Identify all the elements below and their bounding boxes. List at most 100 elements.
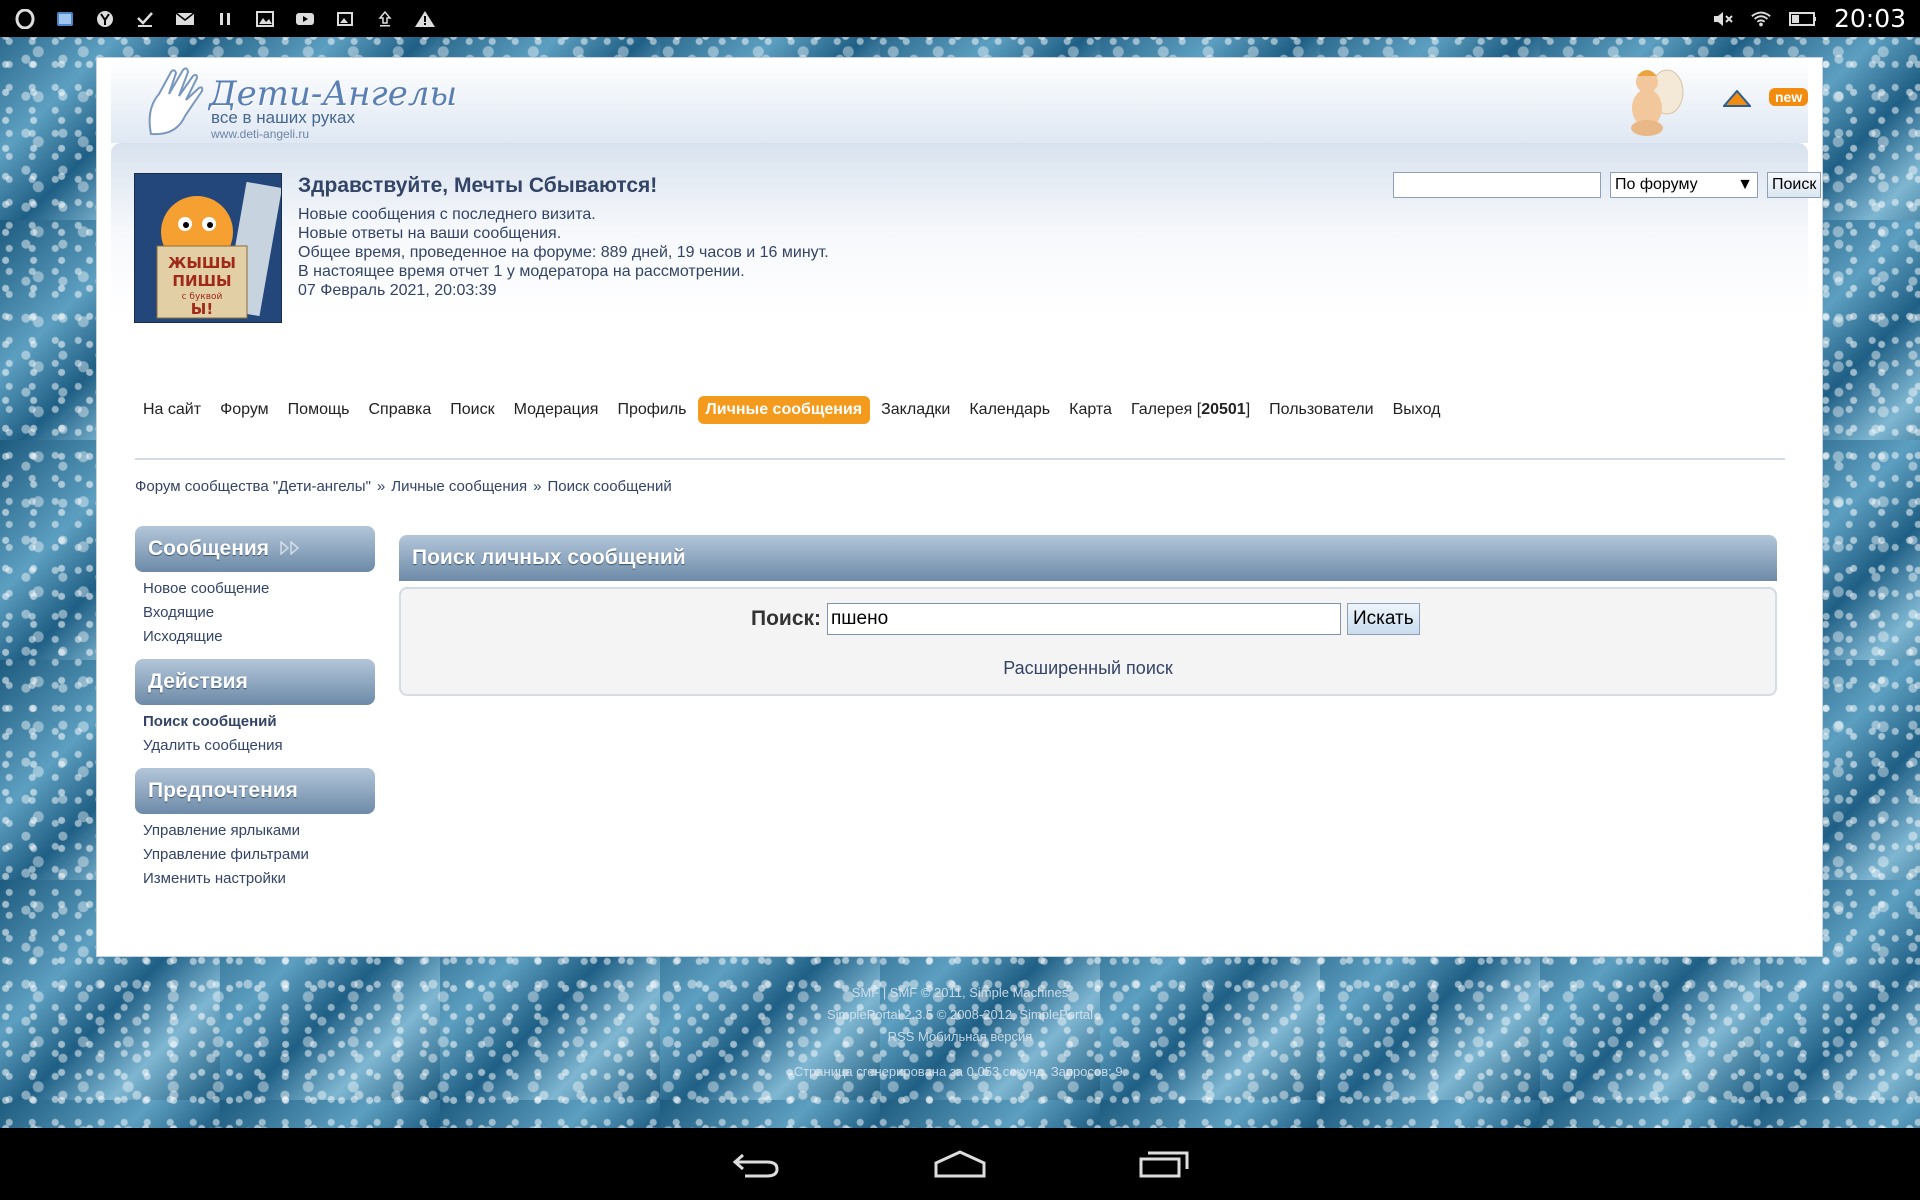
breadcrumb: Форум сообщества "Дети-ангелы" » Личные … — [135, 478, 672, 495]
mute-icon — [1712, 8, 1734, 30]
menu-item-moderation[interactable]: Модерация — [506, 396, 607, 424]
upload-icon — [374, 8, 396, 30]
breadcrumb-separator: » — [533, 478, 542, 495]
sidebar-item-delete-messages[interactable]: Удалить сообщения — [143, 734, 367, 758]
menu-item-users[interactable]: Пользователи — [1261, 396, 1381, 424]
greeting: Здравствуйте, Мечты Сбываются! — [298, 174, 658, 197]
new-posts-link[interactable]: Новые сообщения с последнего визита. — [298, 205, 829, 224]
menu-item-site[interactable]: На сайт — [135, 396, 209, 424]
header-divider — [135, 458, 1785, 460]
menu-item-search[interactable]: Поиск — [442, 396, 502, 424]
menu-item-forum[interactable]: Форум — [212, 396, 277, 424]
pause-icon — [214, 8, 236, 30]
status-icons-left — [14, 8, 436, 30]
youtube-icon — [294, 8, 316, 30]
menu-item-profile[interactable]: Профиль — [609, 396, 694, 424]
moderator-report-link[interactable]: В настоящее время отчет 1 у модератора н… — [298, 262, 829, 281]
sidebar-item-new-message[interactable]: Новое сообщение — [143, 577, 367, 601]
wifi-icon — [1750, 8, 1772, 30]
recents-icon — [1139, 1151, 1189, 1178]
photo-icon — [334, 8, 356, 30]
warning-icon — [414, 8, 436, 30]
home-icon — [934, 1150, 986, 1178]
footer-copyright-sp[interactable]: SimplePortal 2.3.5 © 2008-2012, SimplePo… — [0, 1004, 1920, 1026]
footer-links[interactable]: RSS Мобильная версия — [0, 1026, 1920, 1048]
new-badge[interactable]: new — [1769, 88, 1809, 106]
pm-search-button[interactable]: Искать — [1347, 603, 1420, 635]
sidebar-item-settings[interactable]: Изменить настройки — [143, 867, 367, 891]
sidebar-head-preferences[interactable]: Предпочтения — [135, 768, 375, 814]
sidebar-head-label: Сообщения — [148, 537, 270, 560]
opera-icon — [14, 8, 36, 30]
recents-button[interactable] — [1132, 1144, 1196, 1184]
home-button[interactable] — [928, 1144, 992, 1184]
sidebar-list-actions: Поиск сообщений Удалить сообщения — [135, 705, 375, 768]
page-footer: SMF | SMF © 2011, Simple Machines Simple… — [0, 982, 1920, 1083]
mail-icon — [174, 8, 196, 30]
top-search-button[interactable]: Поиск — [1767, 172, 1822, 198]
total-time-text: Общее время, проведенное на форуме: 889 … — [298, 244, 829, 261]
pm-search-label: Поиск: — [751, 607, 822, 630]
footer-generated: Страница сгенерирована за 0.053 секунд. … — [793, 1064, 1127, 1079]
hand-logo-icon — [148, 67, 204, 136]
forum-header: Дети-Ангелы все в наших руках www.deti-a… — [111, 58, 1809, 144]
gallery-label: Галерея [ — [1130, 401, 1202, 418]
breadcrumb-current[interactable]: Поиск сообщений — [547, 478, 671, 495]
menu-item-calendar[interactable]: Календарь — [961, 396, 1058, 424]
back-button[interactable] — [724, 1144, 788, 1184]
collapse-arrows-icon[interactable] — [279, 537, 301, 561]
logo-subtitle: все в наших руках — [211, 108, 356, 127]
breadcrumb-separator: » — [376, 478, 386, 495]
status-icons-right: 20:03 — [1712, 4, 1906, 33]
back-icon — [732, 1153, 779, 1178]
angel-image — [1619, 62, 1685, 138]
current-datetime: 07 Февраль 2021, 20:03:39 — [298, 282, 497, 299]
advanced-search-link[interactable]: Расширенный поиск — [401, 658, 1775, 679]
avatar: ЖЫШЫ ПИШЫ с буквой Ы! — [134, 173, 282, 323]
sidebar-list-messages: Новое сообщение Входящие Исходящие — [135, 572, 375, 659]
clock: 20:03 — [1833, 4, 1906, 33]
logo-url: www.deti-angeli.ru — [211, 127, 310, 141]
menu-item-help[interactable]: Помощь — [280, 396, 358, 424]
sidebar-item-inbox[interactable]: Входящие — [143, 601, 367, 625]
sidebar-item-manage-filters[interactable]: Управление фильтрами — [143, 843, 367, 867]
main-content: Поиск личных сообщений Поиск: пшено Иска… — [399, 535, 1777, 696]
sidebar-item-outbox[interactable]: Исходящие — [143, 625, 367, 649]
search-scope-value: По форуму — [1615, 176, 1698, 193]
gallery-icon — [254, 8, 276, 30]
svg-text:ПИШЫ: ПИШЫ — [172, 272, 231, 290]
new-replies-link[interactable]: Новые ответы на ваши сообщения. — [298, 224, 829, 243]
sidebar-item-manage-labels[interactable]: Управление ярлыками — [143, 819, 367, 843]
dropdown-arrow-icon: ▼ — [1737, 176, 1753, 193]
gallery-count: 20501 — [1201, 401, 1246, 418]
top-search: По форуму ▼ Поиск — [1393, 172, 1822, 198]
sidebar-head-actions[interactable]: Действия — [135, 659, 375, 705]
footer-copyright-smf[interactable]: SMF | SMF © 2011, Simple Machines — [0, 982, 1920, 1004]
sidebar-item-search-messages[interactable]: Поиск сообщений — [143, 710, 367, 734]
menu-item-map[interactable]: Карта — [1061, 396, 1120, 424]
pm-search-input[interactable]: пшено — [827, 603, 1342, 635]
search-scope-select[interactable]: По форуму ▼ — [1610, 172, 1758, 198]
yandex-icon — [94, 8, 116, 30]
pm-sidebar: Сообщения Новое сообщение Входящие Исход… — [135, 526, 375, 901]
scroll-up-icon[interactable] — [1721, 89, 1753, 108]
gallery-bracket: ] — [1245, 401, 1251, 418]
battery-icon — [1788, 8, 1818, 30]
top-search-input[interactable] — [1393, 172, 1601, 198]
image-icon — [54, 8, 76, 30]
menu-item-reference[interactable]: Справка — [360, 396, 439, 424]
menu-item-personal-messages[interactable]: Личные сообщения — [697, 396, 871, 424]
menu-item-logout[interactable]: Выход — [1385, 396, 1449, 424]
breadcrumb-forum[interactable]: Форум сообщества "Дети-ангелы" — [135, 478, 371, 495]
menu-item-gallery[interactable]: Галерея [20501] — [1123, 396, 1258, 424]
breadcrumb-pm[interactable]: Личные сообщения — [391, 478, 527, 495]
sidebar-head-messages[interactable]: Сообщения — [135, 526, 375, 572]
user-info-section: ЖЫШЫ ПИШЫ с буквой Ы! Здравствуйте, Мечт… — [111, 143, 1822, 433]
main-menu: На сайт Форум Помощь Справка Поиск Модер… — [135, 396, 1451, 424]
site-logo[interactable]: Дети-Ангелы все в наших руках www.deti-a… — [141, 64, 591, 144]
svg-text:ЖЫШЫ: ЖЫШЫ — [168, 254, 236, 272]
page-title: Поиск личных сообщений — [399, 535, 1777, 581]
android-status-bar: 20:03 — [0, 0, 1920, 37]
menu-item-bookmarks[interactable]: Закладки — [873, 396, 958, 424]
svg-text:Ы!: Ы! — [191, 300, 213, 318]
